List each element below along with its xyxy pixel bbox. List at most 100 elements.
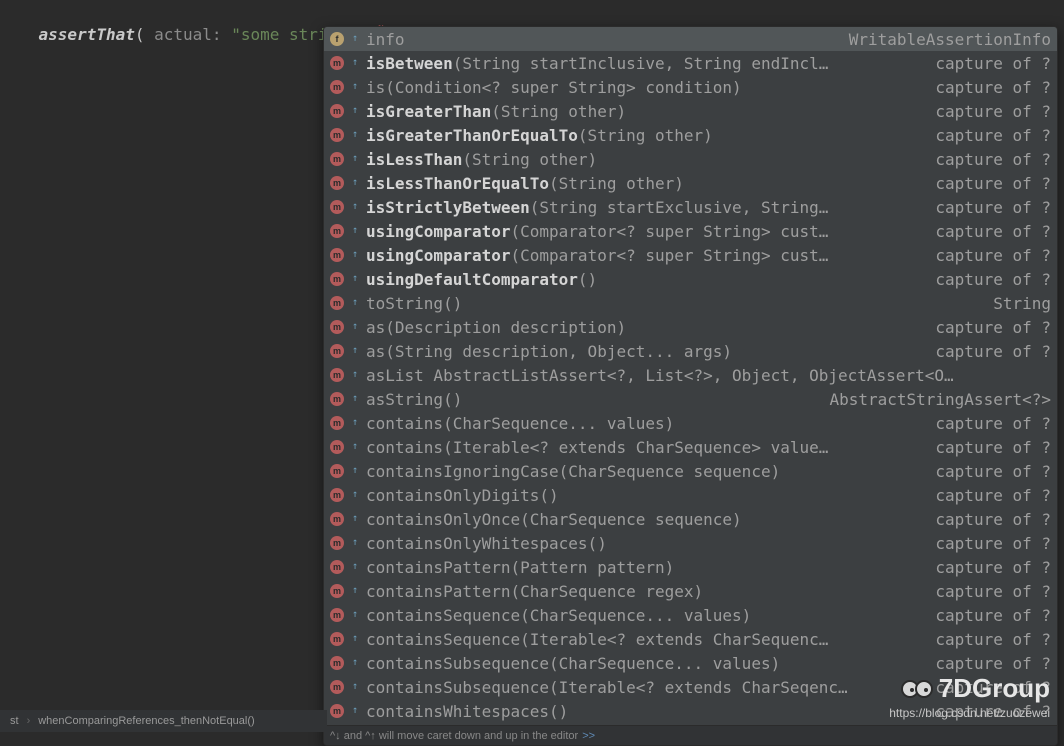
up-arrow-icon: ↑ (350, 465, 360, 475)
up-arrow-icon: ↑ (350, 297, 360, 307)
completion-item[interactable]: m↑isLessThanOrEqualTo(String other)captu… (324, 171, 1057, 195)
method-icon: m (330, 416, 344, 430)
completion-label: containsPattern(CharSequence regex) (366, 582, 703, 601)
up-arrow-icon: ↑ (350, 393, 360, 403)
completion-hint-footer: ^↓ and ^↑ will move caret down and up in… (324, 725, 1057, 745)
completion-item[interactable]: m↑containsSequence(Iterable<? extends Ch… (324, 627, 1057, 651)
breadcrumbs: st › whenComparingReferences_thenNotEqua… (0, 710, 327, 732)
completion-item[interactable]: m↑usingComparator(Comparator<? super Str… (324, 243, 1057, 267)
open-paren: ( (135, 25, 145, 44)
param-label: actual: (145, 25, 232, 44)
footer-link[interactable]: >> (582, 730, 595, 742)
completion-item[interactable]: m↑containsOnlyDigits()capture of ? (324, 483, 1057, 507)
completion-return-type: capture of ? (927, 318, 1051, 337)
completion-item[interactable]: m↑containsIgnoringCase(CharSequence sequ… (324, 459, 1057, 483)
method-icon: m (330, 680, 344, 694)
completion-label: isStrictlyBetween(String startExclusive,… (366, 198, 828, 217)
completion-item[interactable]: m↑isGreaterThan(String other)capture of … (324, 99, 1057, 123)
completion-item[interactable]: m↑is(Condition<? super String> condition… (324, 75, 1057, 99)
method-icon: m (330, 536, 344, 550)
completion-label: asString() (366, 390, 462, 409)
method-icon: m (330, 560, 344, 574)
completion-return-type: capture of ? (927, 270, 1051, 289)
completion-return-type: capture of ? (927, 126, 1051, 145)
completion-label: contains(CharSequence... values) (366, 414, 674, 433)
up-arrow-icon: ↑ (350, 561, 360, 571)
method-icon: m (330, 608, 344, 622)
up-arrow-icon: ↑ (350, 57, 360, 67)
completion-return-type: capture of ? (927, 558, 1051, 577)
method-icon: m (330, 440, 344, 454)
completion-label: is(Condition<? super String> condition) (366, 78, 742, 97)
completion-label: isGreaterThanOrEqualTo(String other) (366, 126, 713, 145)
up-arrow-icon: ↑ (350, 153, 360, 163)
completion-return-type: capture of ? (927, 174, 1051, 193)
up-arrow-icon: ↑ (350, 657, 360, 667)
completion-item[interactable]: m↑usingDefaultComparator()capture of ? (324, 267, 1057, 291)
completion-label: isLessThan(String other) (366, 150, 597, 169)
completion-item[interactable]: m↑containsPattern(Pattern pattern)captur… (324, 555, 1057, 579)
completion-item[interactable]: m↑usingComparator(Comparator<? super Str… (324, 219, 1057, 243)
completion-label: containsSubsequence(CharSequence... valu… (366, 654, 780, 673)
method-icon: m (330, 152, 344, 166)
method-icon: m (330, 104, 344, 118)
completion-item[interactable]: m ↑ containsOnlyOnce(CharSequence sequence… (324, 507, 1057, 531)
completion-return-type: capture of ? (927, 630, 1051, 649)
completion-item[interactable]: m↑containsWhitespaces()capture of ? (324, 699, 1057, 723)
completion-item[interactable]: m↑containsPattern(CharSequence regex)cap… (324, 579, 1057, 603)
method-icon: m (330, 56, 344, 70)
completion-return-type: capture of ? (927, 462, 1051, 481)
up-arrow-icon: ↑ (350, 129, 360, 139)
method-icon: m (330, 512, 344, 526)
completion-return-type: capture of ? (927, 222, 1051, 241)
method-icon: m (330, 704, 344, 718)
completion-item[interactable]: m↑isStrictlyBetween(String startExclusiv… (324, 195, 1057, 219)
completion-item[interactable]: m↑containsSequence(CharSequence... value… (324, 603, 1057, 627)
completion-label: usingComparator(Comparator<? super Strin… (366, 222, 828, 241)
completion-label: containsOnlyOnce(CharSequence sequence) (366, 510, 742, 529)
editor-area[interactable]: assertThat( actual: "some string").˜ f↑i… (0, 0, 1064, 746)
method-icon: m (330, 80, 344, 94)
completion-item[interactable]: m↑as(String description, Object... args)… (324, 339, 1057, 363)
breadcrumb-item[interactable]: whenComparingReferences_thenNotEqual() (34, 713, 258, 729)
up-arrow-icon: ↑ (350, 273, 360, 283)
completion-item[interactable]: m↑contains(CharSequence... values)captur… (324, 411, 1057, 435)
completion-item[interactable]: m↑as(Description description)capture of … (324, 315, 1057, 339)
completion-return-type: capture of ? (927, 102, 1051, 121)
completion-label: containsSequence(Iterable<? extends Char… (366, 630, 828, 649)
completion-item[interactable]: m↑contains(Iterable<? extends CharSequen… (324, 435, 1057, 459)
completion-item[interactable]: m ↑ asString() AbstractStringAssert<?> (324, 387, 1057, 411)
completion-label: isLessThanOrEqualTo(String other) (366, 174, 684, 193)
completion-return-type: capture of ? (927, 342, 1051, 361)
breadcrumb-item[interactable]: st (6, 713, 23, 729)
completion-popup: f↑infoWritableAssertionInfom↑isBetween(S… (323, 26, 1058, 746)
completion-list[interactable]: f↑infoWritableAssertionInfom↑isBetween(S… (324, 27, 1057, 725)
completion-return-type: capture of ? (927, 246, 1051, 265)
method-icon: m (330, 392, 344, 406)
completion-item[interactable]: m↑isLessThan(String other)capture of ? (324, 147, 1057, 171)
completion-item[interactable]: m↑describedAs(Description description)ca… (324, 723, 1057, 725)
up-arrow-icon: ↑ (350, 585, 360, 595)
completion-item[interactable]: f↑infoWritableAssertionInfo (324, 27, 1057, 51)
up-arrow-icon: ↑ (350, 513, 360, 523)
completion-item[interactable]: m↑toString()String (324, 291, 1057, 315)
completion-item[interactable]: m↑containsSubsequence(Iterable<? extends… (324, 675, 1057, 699)
method-icon: m (330, 224, 344, 238)
up-arrow-icon: ↑ (350, 537, 360, 547)
footer-hint-text: ^↓ and ^↑ will move caret down and up in… (330, 730, 578, 742)
completion-item[interactable]: m↑isGreaterThanOrEqualTo(String other)ca… (324, 123, 1057, 147)
completion-item[interactable]: m↑containsOnlyWhitespaces()capture of ? (324, 531, 1057, 555)
completion-item[interactable]: m↑isBetween(String startInclusive, Strin… (324, 51, 1057, 75)
up-arrow-icon: ↑ (350, 321, 360, 331)
completion-return-type: capture of ? (927, 702, 1051, 721)
completion-item[interactable]: m↑containsSubsequence(CharSequence... va… (324, 651, 1057, 675)
completion-label: contains(Iterable<? extends CharSequence… (366, 438, 828, 457)
completion-label: containsOnlyWhitespaces() (366, 534, 607, 553)
completion-label: containsIgnoringCase(CharSequence sequen… (366, 462, 780, 481)
completion-item[interactable]: m↑asList AbstractListAssert<?, List<?>, … (324, 363, 1057, 387)
up-arrow-icon: ↑ (350, 369, 360, 379)
method-icon: m (330, 320, 344, 334)
completion-return-type: AbstractStringAssert<?> (821, 390, 1051, 409)
method-icon: m (330, 296, 344, 310)
up-arrow-icon: ↑ (350, 489, 360, 499)
